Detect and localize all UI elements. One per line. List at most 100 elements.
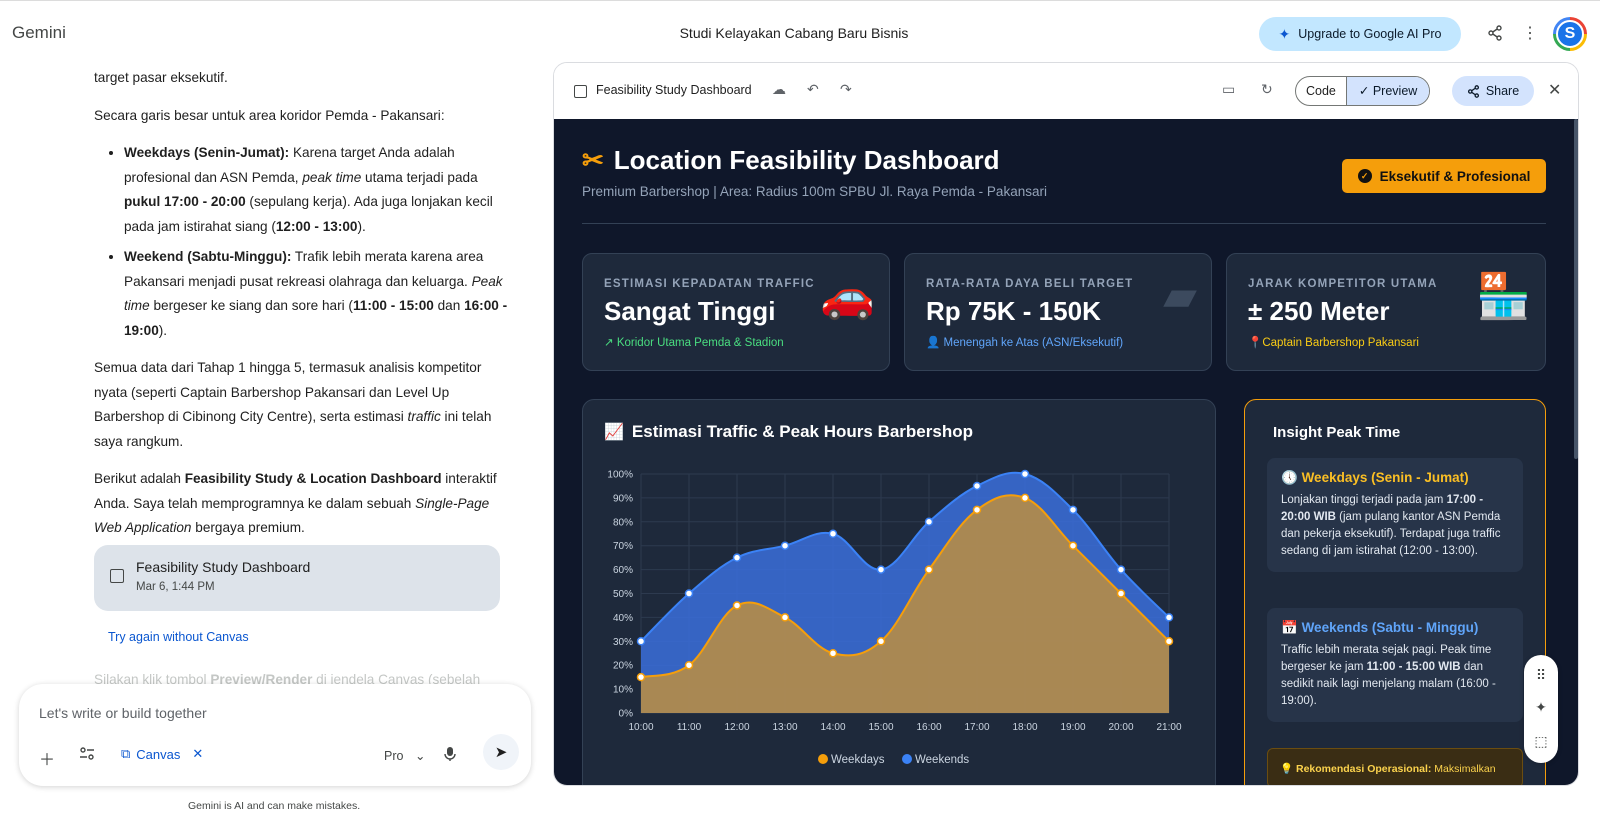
y-tick-label: 10% bbox=[613, 685, 633, 696]
close-canvas-icon[interactable]: ✕ bbox=[1548, 80, 1561, 100]
prompt-composer[interactable]: Let's write or build together ＋ ⧉ Canvas ✕… bbox=[19, 684, 531, 786]
divider bbox=[582, 223, 1546, 224]
sparkle-icon: ✦ bbox=[1278, 25, 1291, 42]
floating-toolbar: ⠿ ✦ ⬚ bbox=[1524, 655, 1558, 763]
line-chart-icon: 📈 bbox=[604, 424, 624, 441]
upgrade-button[interactable]: ✦ Upgrade to Google AI Pro bbox=[1259, 17, 1461, 51]
top-bar: Gemini Studi Kelayakan Cabang Baru Bisni… bbox=[0, 0, 1600, 64]
wallet-icon: ▰ bbox=[1163, 271, 1197, 320]
undo-icon[interactable]: ↶ bbox=[807, 81, 819, 98]
x-tick-label: 13:00 bbox=[772, 722, 797, 733]
kpi-label: JARAK KOMPETITOR UTAMA bbox=[1248, 278, 1438, 290]
more-vert-icon[interactable]: ⋮ bbox=[1520, 23, 1540, 43]
drag-handle-icon[interactable]: ⠿ bbox=[1524, 667, 1558, 684]
preview-tab[interactable]: ✓ Preview bbox=[1345, 77, 1430, 105]
close-icon[interactable]: ✕ bbox=[192, 746, 203, 762]
canvas-card-title: Feasibility Study Dashboard bbox=[136, 559, 311, 575]
redo-icon[interactable]: ↷ bbox=[840, 81, 852, 98]
canvas-share-button[interactable]: Share bbox=[1452, 76, 1534, 106]
point-weekends bbox=[1164, 613, 1174, 622]
avatar-letter: S bbox=[1556, 20, 1584, 48]
disclaimer: Gemini is AI and can make mistakes. bbox=[188, 800, 361, 812]
x-tick-label: 21:00 bbox=[1156, 722, 1181, 733]
chat-bullet-list: Weekdays (Senin-Jumat): Karena target An… bbox=[124, 141, 514, 343]
code-preview-toggle: Code ✓ Preview bbox=[1295, 76, 1431, 106]
tools-icon[interactable] bbox=[79, 746, 95, 767]
traffic-chart-card: 📈 Estimasi Traffic & Peak Hours Barbersho… bbox=[582, 399, 1217, 786]
x-tick-label: 12:00 bbox=[724, 722, 749, 733]
point-weekdays bbox=[1020, 493, 1030, 503]
point-weekends bbox=[732, 553, 742, 562]
scissors-icon: ✂ bbox=[582, 145, 604, 175]
dashboard-subtitle: Premium Barbershop | Area: Radius 100m S… bbox=[582, 184, 1047, 199]
point-weekdays bbox=[636, 672, 646, 682]
share-icon[interactable] bbox=[1485, 23, 1505, 43]
weekends-heading: 📅 Weekends (Sabtu - Minggu) bbox=[1281, 620, 1479, 635]
canvas-panel: Feasibility Study Dashboard ☁ ↶ ↷ ▭ ↻ Co… bbox=[553, 62, 1579, 786]
cloud-saved-icon: ☁ bbox=[772, 81, 786, 97]
point-weekends bbox=[972, 481, 982, 491]
kpi-value: Sangat Tinggi bbox=[604, 296, 776, 326]
legend-swatch bbox=[902, 754, 912, 764]
scrollbar[interactable] bbox=[1574, 119, 1578, 459]
console-icon[interactable]: ▭ bbox=[1222, 81, 1235, 98]
y-tick-label: 0% bbox=[619, 709, 634, 720]
kpi-value: ± 250 Meter bbox=[1248, 296, 1390, 326]
weekdays-heading: 🕔 Weekdays (Senin - Jumat) bbox=[1281, 470, 1469, 485]
kpi-sub: 👤 Menengah ke Atas (ASN/Eksekutif) bbox=[926, 337, 1124, 349]
trend-up-icon: ↗ bbox=[604, 337, 617, 349]
x-tick-label: 18:00 bbox=[1012, 722, 1037, 733]
canvas-doc-icon bbox=[574, 85, 587, 98]
add-icon[interactable]: ＋ bbox=[39, 746, 55, 770]
microphone-icon[interactable] bbox=[443, 746, 457, 767]
kpi-label: RATA-RATA DAYA BELI TARGET bbox=[926, 278, 1134, 290]
point-weekends bbox=[684, 589, 694, 598]
y-tick-label: 100% bbox=[607, 470, 633, 481]
refresh-icon[interactable]: ↻ bbox=[1261, 81, 1273, 98]
point-weekends bbox=[876, 565, 886, 574]
insight-weekdays: 🕔 Weekdays (Senin - Jumat) Lonjakan ting… bbox=[1267, 458, 1523, 572]
x-tick-label: 20:00 bbox=[1108, 722, 1133, 733]
point-weekdays bbox=[924, 565, 934, 574]
list-item: Weekend (Sabtu-Minggu): Trafik lebih mer… bbox=[124, 245, 514, 343]
point-weekdays bbox=[1164, 637, 1174, 646]
dashboard-title: ✂ Location Feasibility Dashboard bbox=[582, 145, 1000, 175]
model-selector[interactable]: Pro ⌄ bbox=[384, 748, 425, 763]
x-tick-label: 17:00 bbox=[964, 722, 989, 733]
insight-title: Insight Peak Time bbox=[1273, 424, 1401, 441]
legend-label: Weekends bbox=[915, 754, 969, 766]
list-item: Weekdays (Senin-Jumat): Karena target An… bbox=[124, 141, 514, 239]
insight-weekends: 📅 Weekends (Sabtu - Minggu) Traffic lebi… bbox=[1267, 608, 1523, 722]
x-tick-label: 14:00 bbox=[820, 722, 845, 733]
canvas-icon: ⧉ bbox=[121, 746, 131, 761]
kpi-card-purchasing-power: ▰ RATA-RATA DAYA BELI TARGET Rp 75K - 15… bbox=[904, 253, 1212, 371]
avatar[interactable]: S bbox=[1553, 17, 1587, 51]
sparkle-edit-icon[interactable]: ✦ bbox=[1524, 699, 1558, 716]
y-tick-label: 50% bbox=[613, 589, 633, 600]
point-weekends bbox=[1020, 469, 1030, 479]
y-tick-label: 30% bbox=[613, 637, 633, 648]
kpi-label: ESTIMASI KEPADATAN TRAFFIC bbox=[604, 278, 815, 290]
x-tick-label: 19:00 bbox=[1060, 722, 1085, 733]
code-tab[interactable]: Code bbox=[1296, 77, 1346, 105]
y-tick-label: 80% bbox=[613, 517, 633, 528]
canvas-chip[interactable]: ⧉ Canvas ✕ bbox=[121, 746, 203, 762]
canvas-document-card[interactable]: Feasibility Study Dashboard Mar 6, 1:44 … bbox=[94, 545, 500, 611]
send-button[interactable]: ➤ bbox=[483, 734, 519, 770]
try-again-link[interactable]: Try again without Canvas bbox=[108, 630, 249, 644]
traffic-area-chart[interactable]: 0% 10% 20% 30% 40% 50% 60% 70% 80% 90% 100% 10:00 11… bbox=[583, 452, 1217, 786]
point-weekdays bbox=[1068, 541, 1078, 550]
y-tick-label: 70% bbox=[613, 541, 633, 552]
lightbulb-icon: 💡 bbox=[1280, 763, 1296, 775]
recommendation-box: 💡 Rekomendasi Operasional: Maksimalkan bbox=[1267, 748, 1523, 785]
canvas-title: Feasibility Study Dashboard bbox=[596, 83, 752, 97]
x-tick-label: 15:00 bbox=[868, 722, 893, 733]
select-element-icon[interactable]: ⬚ bbox=[1524, 733, 1558, 750]
chat-paragraph: Semua data dari Tahap 1 hingga 5, termas… bbox=[94, 360, 492, 449]
calendar-icon: 📅 bbox=[1281, 620, 1302, 635]
prompt-input[interactable]: Let's write or build together bbox=[39, 705, 207, 721]
target-badge: ✓ Eksekutif & Profesional bbox=[1342, 159, 1546, 193]
store-icon: 🏪 bbox=[1476, 272, 1531, 321]
point-weekends bbox=[780, 541, 790, 550]
y-tick-label: 90% bbox=[613, 493, 633, 504]
